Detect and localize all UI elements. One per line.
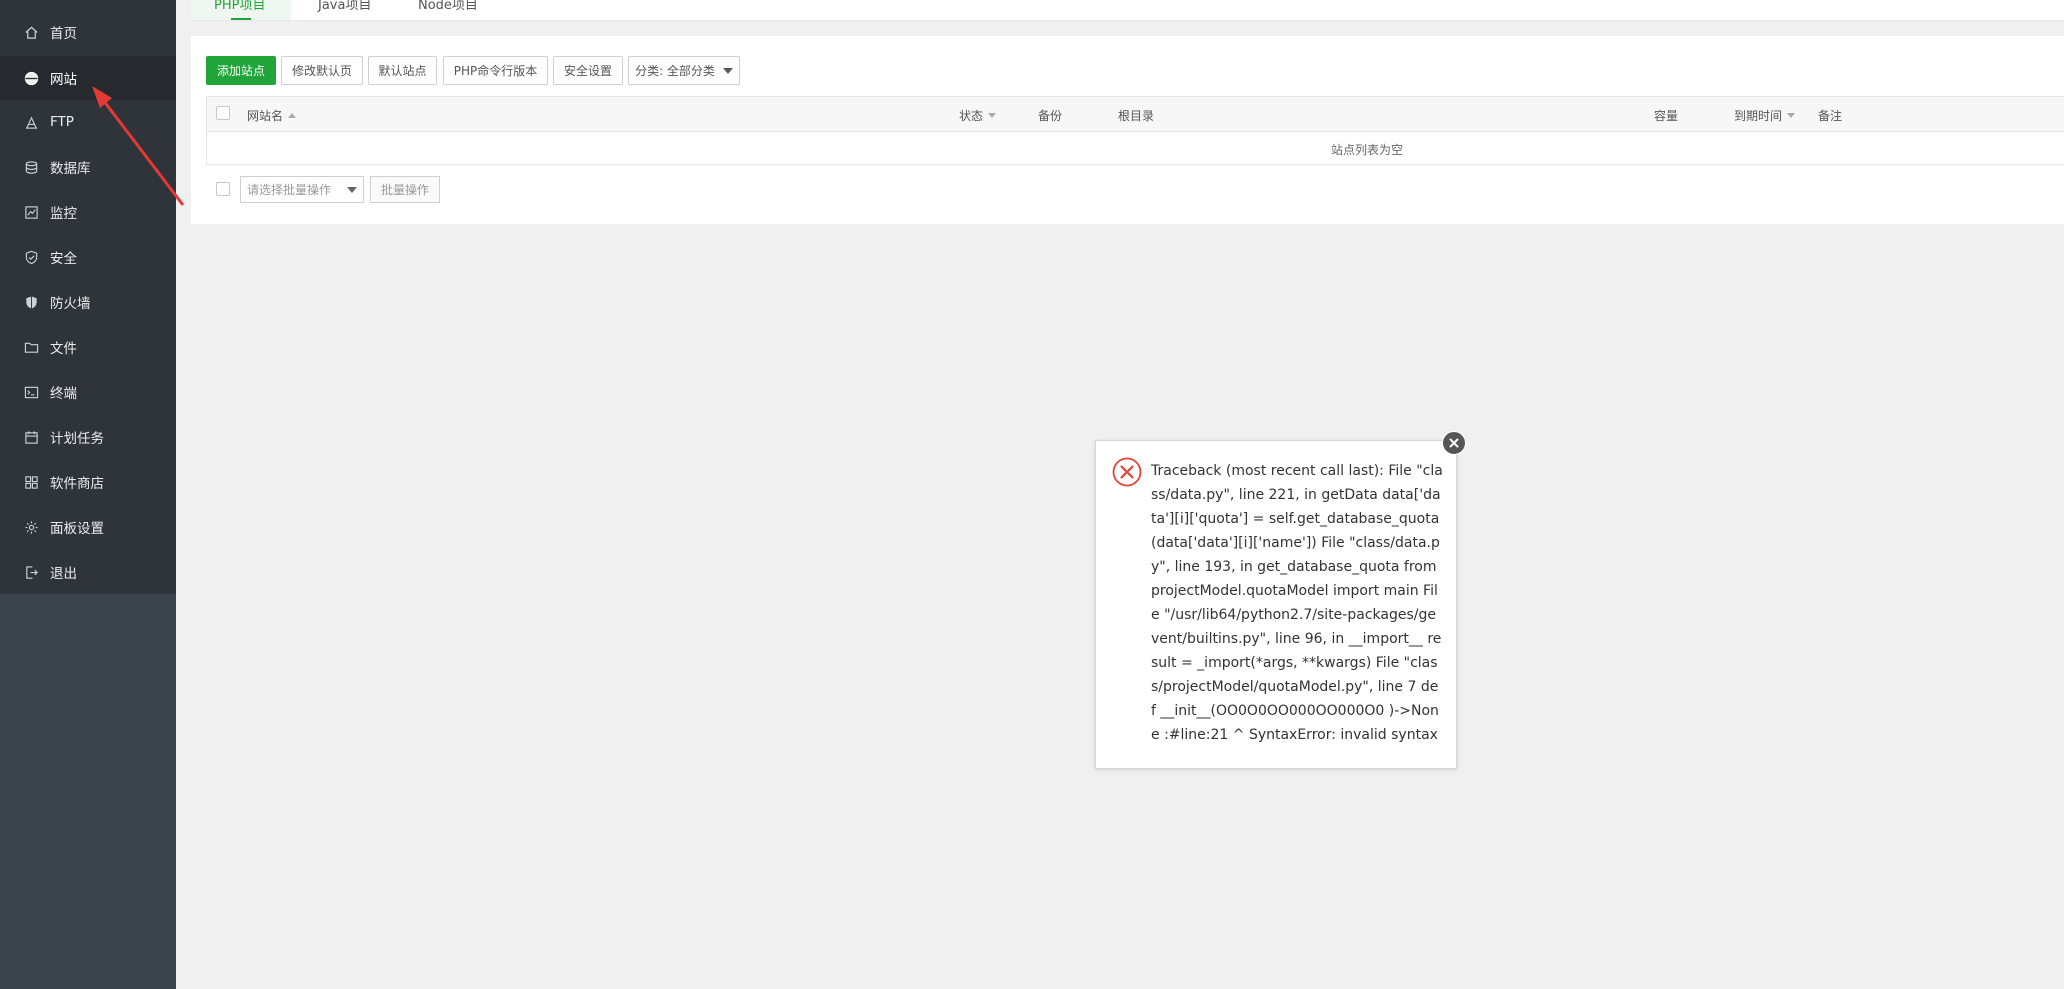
sidebar-item-label: 计划任务 (50, 431, 104, 447)
apps-icon (23, 474, 39, 490)
sidebar-item-app-store[interactable]: 软件商店 (0, 460, 176, 504)
sidebar-item-label: 防火墙 (50, 296, 91, 312)
category-select[interactable]: 分类: 全部分类 (628, 56, 740, 85)
sort-desc-icon (988, 113, 997, 118)
batch-select-placeholder: 请选择批量操作 (247, 183, 332, 197)
sidebar-item-label: 安全 (50, 251, 77, 267)
sidebar-item-security[interactable]: 安全 (0, 235, 176, 279)
column-capacity: 容量 (1654, 107, 1678, 124)
chevron-down-icon (347, 187, 357, 193)
default-site-button[interactable]: 默认站点 (368, 56, 437, 85)
site-table: 网站名 状态 备份 根目录 容量 到期时间 备注 站点列表为空 (206, 96, 2064, 165)
sidebar-item-label: 软件商店 (50, 476, 104, 492)
chevron-down-icon (722, 67, 733, 74)
sidebar-item-label: 文件 (50, 341, 77, 357)
tab-node-project[interactable]: Node项目 (418, 0, 478, 13)
sidebar-item-logout[interactable]: 退出 (0, 550, 176, 594)
empty-text: 站点列表为空 (1331, 143, 1404, 157)
terminal-icon (23, 384, 39, 400)
php-cli-version-button[interactable]: PHP命令行版本 (443, 56, 548, 85)
table-header: 网站名 状态 备份 根目录 容量 到期时间 备注 (207, 97, 2064, 132)
annotation-arrow-icon (92, 86, 185, 206)
sidebar-item-panel-settings[interactable]: 面板设置 (0, 505, 176, 549)
column-expiry[interactable]: 到期时间 (1734, 107, 1796, 124)
sidebar-item-files[interactable]: 文件 (0, 325, 176, 369)
column-label: 容量 (1654, 109, 1679, 123)
sidebar-item-firewall[interactable]: 防火墙 (0, 280, 176, 324)
gear-icon (23, 519, 39, 535)
sidebar-item-terminal[interactable]: 终端 (0, 370, 176, 414)
sidebar-item-label: 终端 (50, 386, 77, 402)
sort-asc-icon (288, 113, 297, 118)
column-label: 备份 (1038, 109, 1063, 123)
column-site-name[interactable]: 网站名 (247, 107, 297, 124)
add-site-button[interactable]: 添加站点 (206, 56, 276, 85)
error-dialog: Traceback (most recent call last): File … (1095, 440, 1457, 769)
sidebar-item-label: 退出 (50, 566, 77, 582)
sidebar-item-label: 面板设置 (50, 521, 104, 537)
column-label: 根目录 (1118, 109, 1155, 123)
tab-active-underline (231, 18, 251, 20)
batch-operation-select[interactable]: 请选择批量操作 (240, 176, 364, 203)
column-remark: 备注 (1818, 107, 1842, 124)
column-label: 状态 (959, 109, 984, 123)
column-status[interactable]: 状态 (959, 107, 997, 124)
modify-default-page-button[interactable]: 修改默认页 (281, 56, 363, 85)
logout-icon (23, 564, 39, 580)
column-root-dir: 根目录 (1118, 107, 1154, 124)
calendar-icon (23, 429, 39, 445)
security-settings-button[interactable]: 安全设置 (553, 56, 623, 85)
column-label: 网站名 (247, 109, 284, 123)
close-dialog-button[interactable] (1442, 431, 1466, 455)
error-message: Traceback (most recent call last): File … (1151, 463, 1443, 743)
batch-select-checkbox[interactable] (216, 182, 230, 196)
category-select-value: 分类: 全部分类 (635, 64, 715, 78)
select-all-checkbox[interactable] (216, 106, 230, 120)
column-label: 到期时间 (1734, 109, 1783, 123)
tab-php-project[interactable]: PHP项目 (214, 0, 265, 13)
sidebar-item-cron[interactable]: 计划任务 (0, 415, 176, 459)
shield-icon (23, 249, 39, 265)
error-icon (1112, 457, 1142, 487)
batch-operation-button[interactable]: 批量操作 (370, 176, 440, 203)
folder-icon (23, 339, 39, 355)
close-icon (1449, 438, 1459, 448)
column-backup: 备份 (1038, 107, 1062, 124)
tab-java-project[interactable]: Java项目 (318, 0, 371, 13)
column-label: 备注 (1818, 109, 1843, 123)
sort-desc-icon (1787, 113, 1796, 118)
firewall-icon (23, 294, 39, 310)
